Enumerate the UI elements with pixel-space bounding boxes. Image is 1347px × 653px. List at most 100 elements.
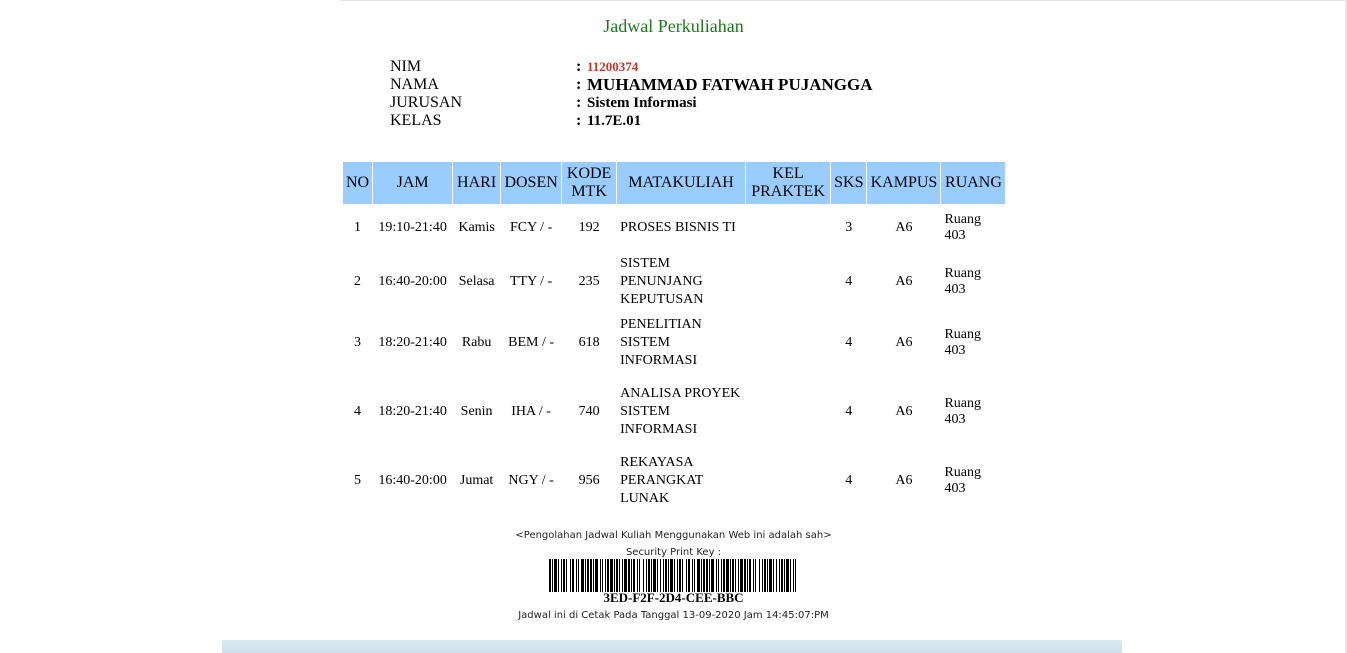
jurusan-colon: : <box>576 94 582 111</box>
jurusan-label: JURUSAN <box>390 94 463 111</box>
barcode-bar <box>633 559 635 592</box>
barcode-bar <box>631 559 632 592</box>
header-kode-mtk: KODE MTK <box>562 162 617 204</box>
table-header-row: NO JAM HARI DOSEN KODE MTK MATAKULIAH KEL… <box>343 162 1006 204</box>
cell-kode: 192 <box>578 220 600 235</box>
jurusan-row: JURUSAN : Sistem Informasi <box>390 94 990 112</box>
barcode-bar <box>732 559 734 592</box>
barcode-bar <box>668 559 669 592</box>
nim-colon: : <box>576 58 582 75</box>
barcode-bar <box>578 559 579 592</box>
cell-sks: 4 <box>845 274 853 289</box>
top-border <box>340 0 1347 1</box>
header-kel-praktek: KEL PRAKTEK <box>746 162 831 204</box>
barcode-bar <box>637 559 638 592</box>
cell-kode: 740 <box>578 404 600 419</box>
barcode-bar <box>703 559 705 592</box>
barcode-bar <box>716 559 717 592</box>
cell-hari: Rabu <box>461 335 492 350</box>
header-dosen: DOSEN <box>501 162 562 204</box>
barcode-bar <box>558 559 559 592</box>
cell-kampus: A6 <box>895 335 913 350</box>
barcode-bar <box>646 559 647 592</box>
nama-row: NAMA : MUHAMMAD FATWAH PUJANGGA <box>390 76 990 94</box>
nama-colon: : <box>576 76 582 93</box>
nim-row: NIM : 11200374 <box>390 58 990 76</box>
header-matakuliah: MATAKULIAH <box>617 162 746 204</box>
barcode-bar <box>648 559 650 592</box>
cell-hari: Kamis <box>458 220 495 235</box>
cell-kel <box>746 374 830 450</box>
barcode-bar <box>566 559 567 592</box>
barcode-bar <box>767 559 768 592</box>
barcode-bar <box>709 559 710 592</box>
cell-dosen: NGY / - <box>508 473 554 488</box>
barcode-bar <box>563 559 565 592</box>
barcode-bar <box>622 559 623 592</box>
cell-ruang: Ruang 403 <box>944 465 982 496</box>
jurusan-value: Sistem Informasi <box>587 95 697 111</box>
cell-kel <box>746 252 830 312</box>
barcode-bar <box>552 559 553 592</box>
cell-dosen: BEM / - <box>508 335 555 350</box>
cell-matakuliah: PROSES BISNIS TI <box>620 220 736 235</box>
barcode-bar <box>706 559 708 592</box>
security-key-value: 3ED-F2F-2D4-CEE-BBC <box>603 590 744 605</box>
barcode-bar <box>561 559 562 592</box>
barcode-bar <box>616 559 618 592</box>
barcode-bar <box>619 559 620 592</box>
barcode-bar <box>605 559 606 592</box>
cell-dosen: IHA / - <box>511 404 551 419</box>
barcode-bar <box>663 559 664 592</box>
barcode-bar <box>694 559 695 592</box>
cell-sks: 4 <box>845 404 853 419</box>
barcode-bar <box>639 559 640 592</box>
cell-ruang: Ruang 403 <box>944 266 982 297</box>
cell-matakuliah: ANALISA PROYEK SISTEM INFORMASI <box>620 386 741 437</box>
barcode-bar <box>784 559 785 592</box>
nim-value: 11200374 <box>587 59 639 74</box>
security-key-label: Security Print Key : <box>625 547 722 558</box>
barcode-bar <box>755 559 756 592</box>
barcode-bar <box>779 559 780 592</box>
bottom-bar <box>222 640 1122 653</box>
barcode-bar <box>735 559 736 592</box>
barcode-bar <box>726 559 729 592</box>
barcode-bar <box>587 559 589 592</box>
barcode-bar <box>643 559 644 592</box>
page-title: Jadwal Perkuliahan <box>603 16 744 36</box>
barcode-bar <box>581 559 584 592</box>
cell-jam: 19:10-21:40 <box>378 220 447 235</box>
barcode-bar <box>677 559 678 592</box>
barcode-bar <box>747 559 748 592</box>
barcode-bar <box>657 559 658 592</box>
barcode-bar <box>665 559 667 592</box>
barcode-bar <box>653 559 656 592</box>
barcode-bar <box>740 559 743 592</box>
header-jam: JAM <box>373 162 453 204</box>
cell-jam: 16:40-20:00 <box>378 274 447 289</box>
barcode-bar <box>701 559 702 592</box>
header-hari: HARI <box>453 162 501 204</box>
header-kode-line1: KODE <box>566 165 612 182</box>
barcode-bar <box>721 559 722 592</box>
barcode-bar <box>723 559 725 592</box>
barcode-bar <box>600 559 601 592</box>
barcode-bar <box>795 559 796 592</box>
cell-matakuliah: SISTEM PENUNJANG KEPUTUSAN <box>620 256 704 307</box>
barcode-bar <box>776 559 777 592</box>
barcode-bar <box>679 559 681 592</box>
cell-hari: Jumat <box>459 473 494 488</box>
barcode-bar <box>572 559 574 592</box>
schedule-table: NO JAM HARI DOSEN KODE MTK MATAKULIAH KEL… <box>342 161 1006 512</box>
barcode-bar <box>786 559 789 592</box>
cell-kel <box>746 451 830 511</box>
header-kampus: KAMPUS <box>867 162 941 204</box>
cell-sks: 4 <box>845 335 853 350</box>
header-kode-line2: MTK <box>571 183 607 200</box>
barcode-bar <box>688 559 690 592</box>
barcode-bar <box>602 559 603 592</box>
kelas-value: 11.7E.01 <box>587 113 642 129</box>
barcode-bar <box>773 559 774 592</box>
cell-kampus: A6 <box>895 274 913 289</box>
